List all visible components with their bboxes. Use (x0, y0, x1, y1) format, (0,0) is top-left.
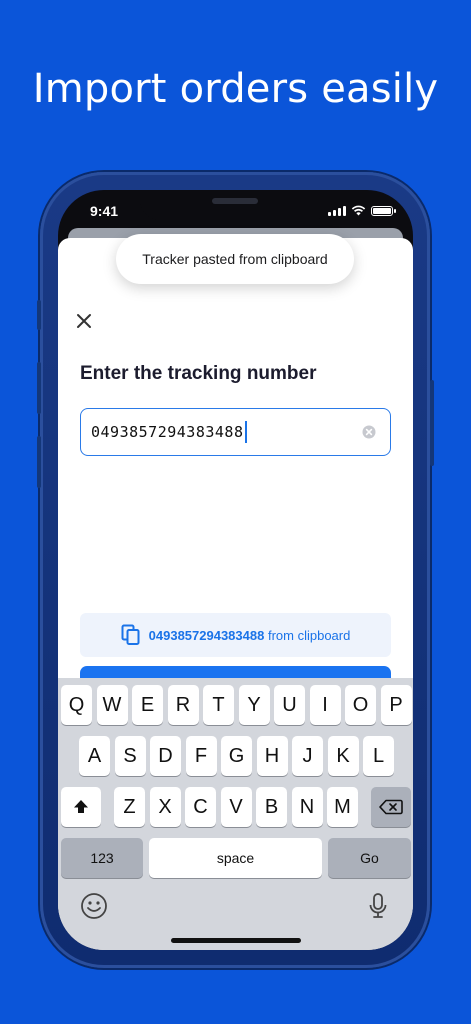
phone-screen: 9:41 Enter the tracking number 049385729… (58, 190, 413, 950)
go-key[interactable]: Go (328, 838, 411, 878)
keyboard-key[interactable]: N (291, 787, 323, 827)
status-time: 9:41 (90, 203, 119, 219)
microphone-icon[interactable] (368, 892, 388, 920)
text-caret (244, 421, 247, 443)
notch (140, 190, 332, 220)
emoji-icon[interactable] (80, 892, 108, 920)
keyboard-key[interactable]: Y (238, 685, 270, 725)
keyboard-key[interactable]: X (149, 787, 181, 827)
mute-switch (37, 300, 41, 330)
clear-input-icon[interactable] (362, 425, 376, 439)
keyboard-key[interactable]: T (203, 685, 234, 725)
keyboard-key[interactable]: A (79, 736, 110, 776)
speaker (212, 198, 258, 204)
keyboard-key[interactable]: I (309, 685, 341, 725)
volume-down-button (37, 436, 41, 488)
wifi-icon (351, 205, 366, 216)
keyboard-key[interactable]: V (220, 787, 252, 827)
keyboard-key[interactable]: G (221, 736, 252, 776)
status-icons (328, 205, 396, 216)
shift-icon (74, 800, 88, 813)
paste-from-clipboard-button[interactable]: 0493857294383488 from clipboard (80, 613, 391, 657)
tracking-number-input[interactable]: 0493857294383488 (80, 408, 391, 456)
headline: Import orders easily (32, 66, 439, 112)
space-key[interactable]: space (149, 838, 322, 878)
keyboard-key[interactable]: M (327, 787, 358, 827)
shift-key[interactable] (61, 787, 101, 827)
keyboard-key[interactable]: J (292, 736, 323, 776)
backspace-key[interactable] (371, 787, 411, 827)
keyboard-key[interactable]: B (256, 787, 287, 827)
clipboard-toast: Tracker pasted from clipboard (116, 234, 354, 284)
tracking-number-value: 0493857294383488 (91, 423, 244, 441)
keyboard-key[interactable]: E (132, 685, 163, 725)
keyboard-key[interactable]: K (327, 736, 359, 776)
keyboard-key[interactable]: L (363, 736, 394, 776)
backspace-icon (379, 799, 403, 815)
home-indicator (171, 938, 301, 943)
battery-icon (371, 206, 396, 216)
keyboard-key[interactable]: Q (61, 685, 92, 725)
keyboard-key[interactable]: Z (114, 787, 145, 827)
copy-icon (121, 624, 140, 645)
clipboard-number: 0493857294383488 (148, 627, 265, 643)
keyboard-key[interactable]: H (256, 736, 288, 776)
close-icon[interactable] (76, 313, 92, 329)
keyboard-key[interactable]: S (114, 736, 146, 776)
keyboard-key[interactable]: C (185, 787, 216, 827)
numbers-key[interactable]: 123 (61, 838, 143, 878)
volume-up-button (37, 362, 41, 414)
clipboard-suffix: from clipboard (267, 627, 351, 643)
keyboard-key[interactable]: R (167, 685, 199, 725)
keyboard-key[interactable]: O (345, 685, 376, 725)
keyboard: QWERTYUIOP ASDFGHJKL ZXCVBNM 123 space G… (58, 678, 413, 950)
page-title: Enter the tracking number (80, 363, 317, 384)
cellular-signal-icon (328, 206, 346, 216)
keyboard-key[interactable]: W (96, 685, 128, 725)
keyboard-key[interactable]: F (185, 736, 217, 776)
power-button (430, 380, 434, 466)
keyboard-key[interactable]: P (380, 685, 412, 725)
keyboard-key[interactable]: D (150, 736, 181, 776)
keyboard-key[interactable]: U (274, 685, 305, 725)
